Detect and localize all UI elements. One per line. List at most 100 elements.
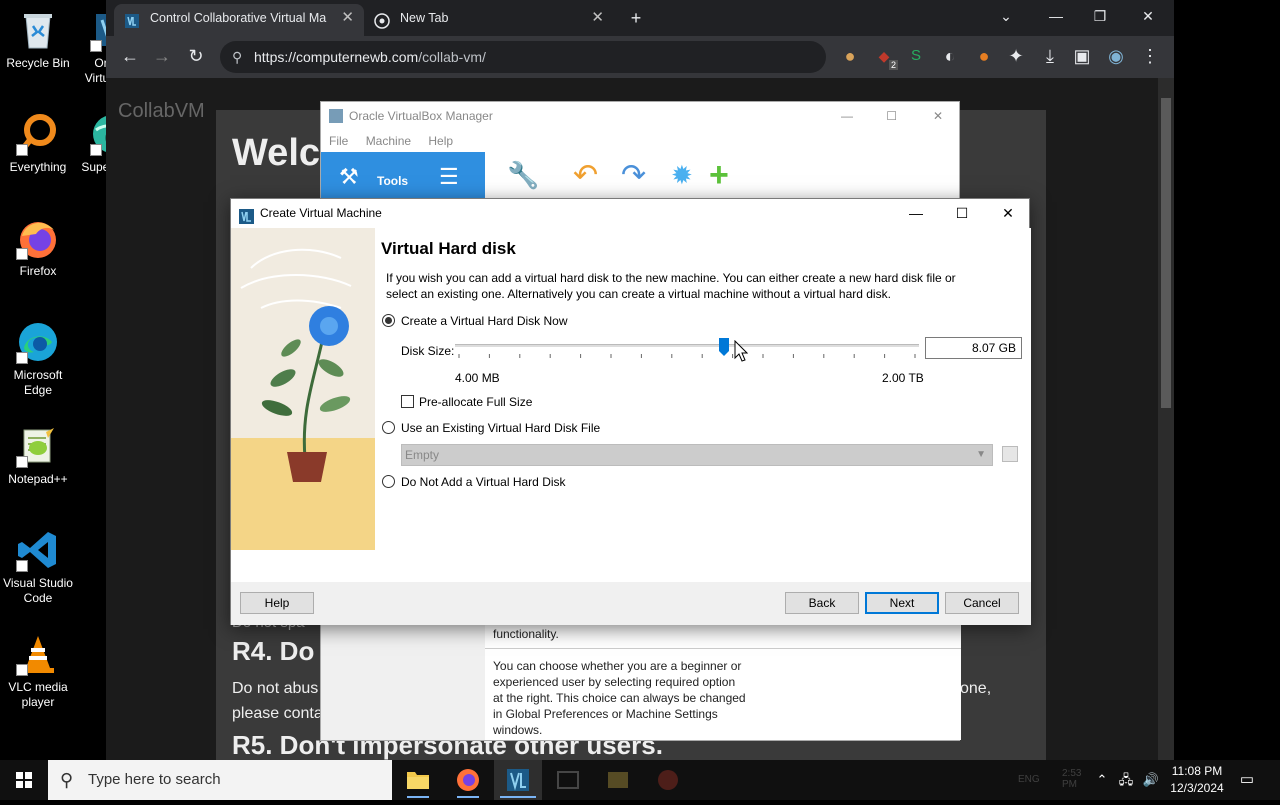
- tab-collabvm[interactable]: Control Collaborative Virtual Ma ✕: [114, 4, 364, 36]
- cancel-button[interactable]: Cancel: [945, 592, 1019, 614]
- menu-kebab-icon[interactable]: ⋮: [1138, 44, 1162, 68]
- slider-max-label: 2.00 TB: [882, 371, 924, 385]
- existing-disk-label[interactable]: Use an Existing Virtual Hard Disk File: [401, 421, 600, 435]
- add-icon[interactable]: +: [709, 156, 729, 195]
- extensions-puzzle-icon[interactable]: ✦: [1004, 44, 1028, 68]
- back-icon[interactable]: ←: [118, 44, 142, 68]
- desktop-icon-vscode[interactable]: Visual Studio Code: [0, 528, 76, 606]
- desktop-icon-label: VLC media player: [8, 680, 68, 709]
- taskbar-search[interactable]: ⚲ Type here to search: [48, 760, 392, 800]
- next-button[interactable]: Next: [865, 592, 939, 614]
- description-line: select an existing one. Alternatively yo…: [386, 287, 891, 301]
- export-icon[interactable]: ↷: [621, 158, 646, 193]
- page-scrollbar[interactable]: [1158, 78, 1174, 760]
- desktop-icon-recycle-bin[interactable]: Recycle Bin: [0, 8, 76, 71]
- menu-file[interactable]: File: [329, 134, 348, 148]
- disk-size-slider[interactable]: [455, 338, 919, 364]
- preallocate-checkbox[interactable]: [401, 395, 414, 408]
- new-tab-icon[interactable]: +: [624, 6, 648, 30]
- disk-size-input[interactable]: 8.07 GB: [925, 337, 1022, 359]
- create-disk-radio[interactable]: [382, 314, 395, 327]
- menu-machine[interactable]: Machine: [366, 134, 411, 148]
- maximize-icon[interactable]: ☐: [939, 199, 985, 228]
- virtualbox-icon: [329, 109, 343, 123]
- slider-min-label: 4.00 MB: [455, 371, 500, 385]
- create-disk-label[interactable]: Create a Virtual Hard Disk Now: [401, 314, 568, 328]
- vlc-icon: [16, 632, 60, 676]
- folder-browse-icon[interactable]: [1002, 446, 1018, 462]
- taskbar: ⚲ Type here to search ENG 2:53 PM ⌃ 🖧 🔊 …: [0, 760, 1280, 800]
- notification-icon[interactable]: ▭: [1232, 760, 1262, 800]
- virtualbox-favicon-icon: [124, 11, 140, 28]
- profile-avatar-icon[interactable]: ◉: [1104, 44, 1128, 68]
- forward-icon[interactable]: →: [150, 44, 174, 68]
- desktop-icon-label: Everything: [9, 160, 67, 174]
- network-icon[interactable]: 🖧: [1116, 760, 1136, 800]
- desktop-icon-label: Firefox: [19, 264, 57, 278]
- s-extension-icon[interactable]: S: [904, 44, 928, 68]
- close-window-icon[interactable]: ✕: [1136, 4, 1160, 28]
- desktop-icon-notepadpp[interactable]: Notepad++: [0, 424, 76, 487]
- minimize-icon[interactable]: —: [841, 102, 853, 130]
- desktop-icon-edge[interactable]: Microsoft Edge: [0, 320, 76, 398]
- info-line: in Global Preferences or Machine Setting…: [493, 707, 718, 721]
- recycle-bin-icon: [16, 8, 60, 52]
- new-icon[interactable]: ✹: [671, 160, 693, 191]
- address-bar[interactable]: ⚲ https://computernewb.com/collab-vm/: [220, 41, 826, 73]
- no-disk-label[interactable]: Do Not Add a Virtual Hard Disk: [401, 475, 566, 489]
- firefox-taskbar-icon[interactable]: [444, 760, 492, 800]
- restore-icon[interactable]: ❐: [1088, 4, 1112, 28]
- preferences-icon[interactable]: 🔧: [507, 160, 539, 191]
- minimize-icon[interactable]: —: [1044, 4, 1068, 28]
- info-line: experienced user by selecting required o…: [493, 675, 736, 689]
- scrollbar-thumb[interactable]: [1161, 98, 1171, 408]
- close-icon[interactable]: ✕: [985, 199, 1031, 228]
- g-extension-icon[interactable]: ◐: [938, 44, 962, 68]
- site-info-icon[interactable]: ⚲: [232, 41, 242, 73]
- rule4-text2: please conta: [232, 705, 323, 722]
- close-icon[interactable]: ✕: [933, 102, 943, 130]
- virtualbox-taskbar-icon[interactable]: [494, 760, 542, 800]
- ublock-extension-icon[interactable]: ◆ 2: [872, 44, 898, 70]
- tab-search-icon[interactable]: ⌄: [994, 4, 1018, 28]
- info-line: You can choose whether you are a beginne…: [493, 659, 742, 673]
- minimize-icon[interactable]: —: [893, 199, 939, 228]
- orange-extension-icon[interactable]: ●: [972, 44, 996, 68]
- side-panel-icon[interactable]: ▣: [1070, 44, 1094, 68]
- tab-new-tab[interactable]: New Tab ✕: [364, 4, 614, 36]
- list-icon[interactable]: ☰: [439, 164, 459, 190]
- clock[interactable]: 11:08 PM 12/3/2024: [1166, 763, 1228, 797]
- desktop-icon-firefox[interactable]: Firefox: [0, 216, 76, 279]
- tools-item[interactable]: ⚒ Tools ☰: [321, 152, 485, 200]
- slider-thumb[interactable]: [719, 338, 730, 356]
- no-disk-radio[interactable]: [382, 475, 395, 488]
- reload-icon[interactable]: ↻: [184, 44, 208, 68]
- volume-icon[interactable]: 🔊: [1140, 760, 1162, 800]
- start-button[interactable]: [0, 760, 48, 800]
- desktop-icon-label: Visual Studio Code: [3, 576, 73, 605]
- close-tab-icon[interactable]: ✕: [341, 4, 354, 32]
- preallocate-label[interactable]: Pre-allocate Full Size: [419, 395, 532, 409]
- existing-disk-select[interactable]: Empty ▼: [401, 444, 993, 466]
- vbm-titlebar: Oracle VirtualBox Manager — ☐ ✕: [321, 102, 959, 130]
- desktop-icon-everything[interactable]: Everything: [0, 112, 76, 175]
- url-host: https://computernewb.com: [254, 49, 419, 65]
- desktop-icon-vlc[interactable]: VLC media player: [0, 632, 76, 710]
- import-icon[interactable]: ↶: [573, 158, 598, 193]
- back-button[interactable]: Back: [785, 592, 859, 614]
- dialog-body: Virtual Hard disk If you wish you can ad…: [231, 228, 1031, 582]
- chevron-up-icon[interactable]: ⌃: [1092, 760, 1112, 800]
- maximize-icon[interactable]: ☐: [886, 102, 897, 130]
- site-brand: CollabVM: [118, 100, 205, 122]
- download-icon[interactable]: ⤓: [1038, 44, 1062, 68]
- close-tab-icon[interactable]: ✕: [591, 4, 604, 32]
- existing-disk-radio[interactable]: [382, 421, 395, 434]
- file-explorer-taskbar-icon[interactable]: [394, 760, 442, 800]
- menu-help[interactable]: Help: [428, 134, 453, 148]
- help-button[interactable]: Help: [240, 592, 314, 614]
- everything-icon: [16, 112, 60, 156]
- dialog-titlebar: Create Virtual Machine — ☐ ✕: [231, 199, 1029, 228]
- edge-icon: [16, 320, 60, 364]
- clock-time: 11:08 PM: [1171, 764, 1223, 778]
- cookie-extension-icon[interactable]: ●: [838, 44, 862, 68]
